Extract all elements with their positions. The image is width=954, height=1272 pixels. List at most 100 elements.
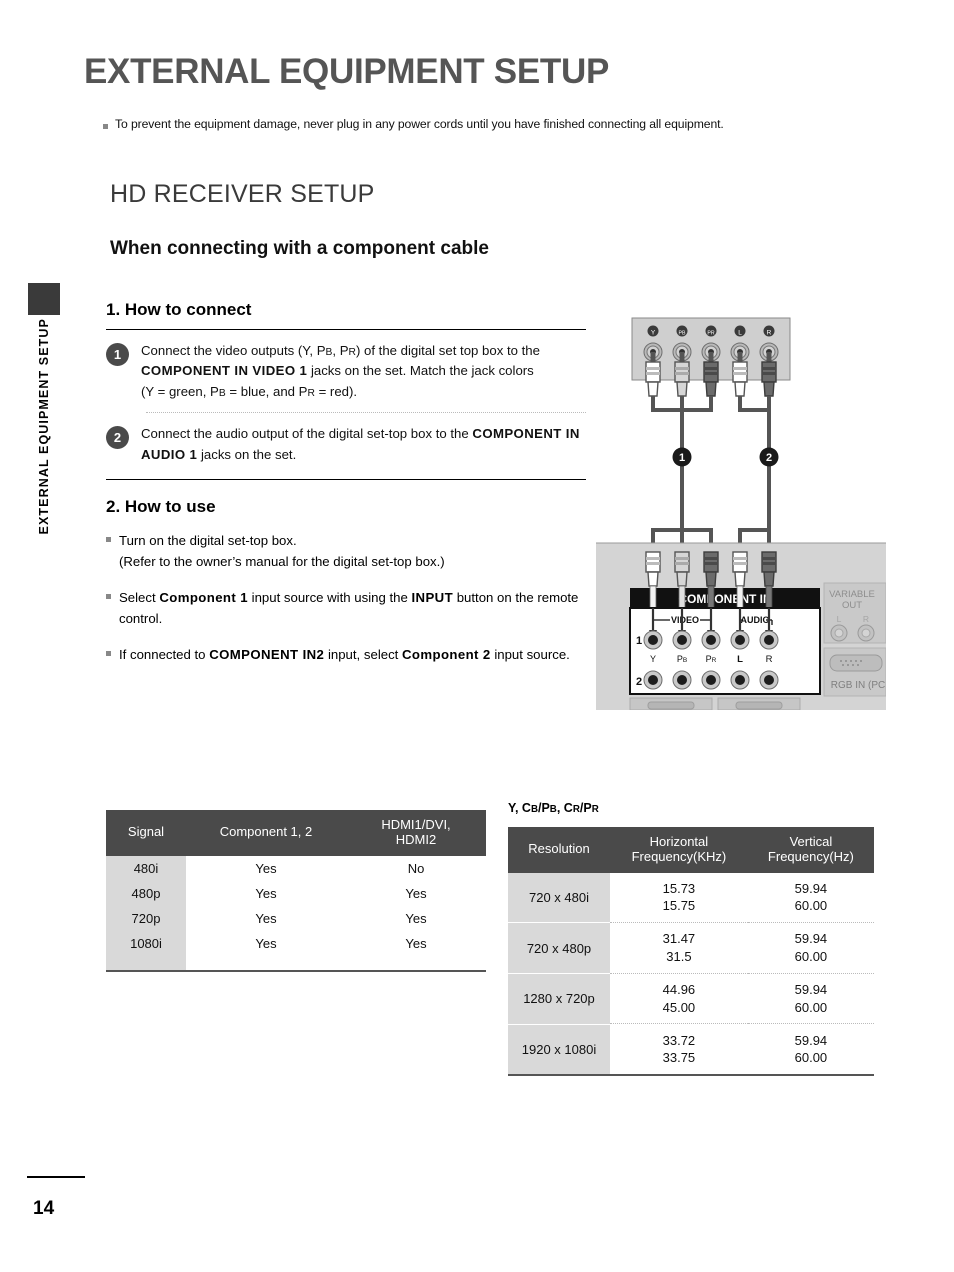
table-row: 720 x 480p 31.47 31.5 59.94 60.00 [508,923,874,974]
svg-text:R: R [767,330,772,337]
h-val-1: 33.72 [662,1032,696,1048]
how-to-use-list: Turn on the digital set-top box. (Refer … [106,531,586,665]
use-item-2-bold-input: INPUT [411,590,454,606]
v-val-2: 60.00 [794,949,828,965]
cell-vertical: 59.94 60.00 [748,873,874,923]
caption-sub3: R [572,804,580,815]
cell-horizontal: 33.72 33.75 [610,1025,748,1074]
th-component: Component 1, 2 [186,810,346,856]
th-h-line1: Horizontal [649,834,709,849]
use-item-3-bold-component-2: Component 2 [402,647,491,663]
tv-rear-panel: COMPONENT IN VIDEO AUDIO 1 2 Y PB PR L R… [596,542,887,711]
cell-horizontal: 31.47 31.5 [610,923,748,973]
use-item-2-text: Select Component 1 input source with usi… [119,588,586,629]
use-item-3-text: If connected to COMPONENT IN2 input, sel… [119,645,570,665]
step-1-line2-sub-r: R [307,387,315,399]
how-to-use-heading: 2. How to use [106,497,216,517]
jack-label-y: Y [650,654,656,664]
side-tab-marker [28,283,60,315]
step-1-line1d: jacks on the set. Match the jack colors [307,363,534,379]
table-row: 720p Yes Yes [106,905,486,931]
v-val-1: 59.94 [794,931,828,947]
divider-solid-bottom [106,479,586,481]
th-v-line2: Frequency(Hz) [767,848,854,864]
cell-horizontal: 44.96 45.00 [610,974,748,1024]
footer-rule [27,1176,85,1178]
warning-note: To prevent the equipment damage, never p… [103,117,724,131]
caption-b: /P [537,801,550,815]
cell-vertical: 59.94 60.00 [748,974,874,1024]
cell-signal: 720p [106,905,186,931]
square-bullet-icon [106,651,111,657]
video-group-label: VIDEO [671,615,699,625]
manual-page: EXTERNAL EQUIPMENT SETUP EXTERNAL EQUIPM… [0,0,954,1272]
v-val-2: 60.00 [794,1050,828,1066]
connection-diagram: Y PB PR L R 1 2 COMPONENT IN VIDEO AUDIO… [596,300,887,711]
cell-resolution: 720 x 480i [508,872,610,923]
th-hdmi: HDMI1/DVI, HDMI2 [346,810,486,856]
svg-text:PR: PR [707,331,714,337]
step-2-text-a: Connect the audio output of the digital … [141,426,473,442]
use-item-3: If connected to COMPONENT IN2 input, sel… [106,645,586,665]
cell-component: Yes [255,885,277,901]
cell-signal: 480p [106,880,186,906]
use-item-1-text: Turn on the digital set-top box. (Refer … [119,531,445,572]
jack-label-l: L [737,654,743,665]
table-header-row: Signal Component 1, 2 HDMI1/DVI, HDMI2 [106,810,486,856]
component-in-title: COMPONENT IN [678,592,771,606]
th-h-line2: Frequency(KHz) [631,848,727,864]
h-val-2: 31.5 [666,949,692,965]
step-1-bold-component-in-video-1: COMPONENT IN VIDEO 1 [141,363,308,379]
square-bullet-icon [103,124,108,129]
svg-text:2: 2 [766,452,772,464]
use-item-3-post: input source. [490,647,570,663]
step-1-line2-sub-b: B [218,387,226,399]
table-row-spacer [106,955,486,970]
cell-hdmi: Yes [405,935,427,951]
page-title: EXTERNAL EQUIPMENT SETUP [84,52,609,91]
row-label-1: 1 [636,635,642,647]
caption-a: Y, C [508,801,531,815]
table-row: 480p Yes Yes [106,880,486,906]
v-val-2: 60.00 [794,999,828,1015]
step-2: 2 Connect the audio output of the digita… [106,424,586,465]
v-val-1: 59.94 [794,1032,828,1048]
h-val-2: 15.75 [662,898,696,914]
h-val-2: 33.75 [662,1050,696,1066]
step-1-sub-r: R [348,347,356,358]
cell-component: Yes [255,935,277,951]
caption-sub4: R [591,804,599,815]
th-hdmi-line1: HDMI1/DVI, [381,817,451,832]
caption-d: /P [579,801,592,815]
step-2-badge: 2 [106,426,129,450]
table-row: 1920 x 1080i 33.72 33.75 59.94 60.00 [508,1024,874,1074]
svg-text:L: L [837,614,842,624]
step-1-line1c: ) of the digital set top box to the [355,343,540,358]
spacer-cell [346,956,486,970]
cell-hdmi: No [407,860,425,876]
step-1: 1 Connect the video outputs (Y, PB, PR) … [106,341,586,402]
cable-badge-1: 1 [672,447,692,467]
page-number: 14 [33,1198,55,1219]
spacer-cell [106,955,186,970]
section-title: HD RECEIVER SETUP [110,180,375,208]
spacer-cell [186,956,346,970]
cell-resolution: 1280 x 720p [508,974,610,1024]
cell-horizontal: 15.73 15.75 [610,873,748,923]
audio-cable-2 [738,396,771,550]
video-cable-1 [651,396,713,550]
use-item-1: Turn on the digital set-top box. (Refer … [106,531,586,572]
v-val-2: 60.00 [794,898,828,914]
th-vertical-frequency: Vertical Frequency(Hz) [747,827,874,873]
svg-text:VARIABLE: VARIABLE [829,589,875,600]
use-item-2: Select Component 1 input source with usi… [106,588,586,629]
divider-dotted [146,412,586,414]
step-1-text: Connect the video outputs (Y, PB, PR) of… [141,341,586,402]
use-item-3-mid: input, select [324,647,402,663]
step-1-line2b: = blue, and P [225,383,308,399]
cell-hdmi: Yes [405,885,427,901]
step-2-text: Connect the audio output of the digital … [141,424,586,465]
rgb-in-section: RGB IN (PC [823,647,887,697]
use-item-1-line1: Turn on the digital set-top box. [119,533,297,549]
cable-badge-2: 2 [759,447,779,467]
